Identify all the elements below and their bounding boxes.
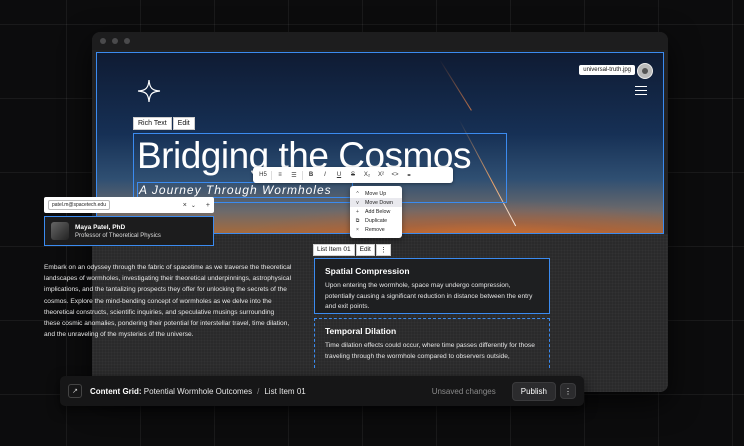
- breadcrumb-section[interactable]: Potential Wormhole Outcomes: [144, 387, 252, 396]
- card-title: Spatial Compression: [325, 266, 410, 276]
- copy-icon: ⧉: [355, 217, 360, 224]
- author-name: Maya Patel, PhD: [75, 223, 126, 231]
- bold-button[interactable]: B: [305, 172, 317, 178]
- add-below-item[interactable]: + Add Below: [350, 207, 402, 216]
- card-text: Time dilation effects could occur, where…: [325, 342, 535, 360]
- menu-item-label: Duplicate: [365, 217, 388, 224]
- menu-item-label: Move Down: [365, 199, 393, 206]
- breadcrumb-section-label: Content Grid:: [90, 386, 142, 396]
- chevron-up-icon: ^: [356, 190, 359, 197]
- underline-button[interactable]: U: [333, 172, 345, 178]
- author-email-chip[interactable]: patel.m@spacetech.edu: [48, 200, 110, 210]
- divider: [302, 170, 303, 180]
- chevron-down-icon[interactable]: ⌄: [191, 202, 196, 209]
- move-down-item[interactable]: v Move Down: [350, 198, 402, 207]
- block-context-menu: ^ Move Up v Move Down + Add Below ⧉ Dupl…: [350, 186, 402, 238]
- list-item-card[interactable]: Spatial Compression Upon entering the wo…: [314, 258, 550, 314]
- breadcrumb: Content Grid: Potential Wormhole Outcome…: [90, 387, 252, 396]
- add-author-button[interactable]: +: [206, 202, 210, 209]
- card-text: Upon entering the wormhole, space may un…: [325, 282, 533, 310]
- remove-item[interactable]: × Remove: [350, 225, 402, 234]
- chevron-down-icon: v: [356, 199, 359, 206]
- rich-text-tag: Rich Text: [133, 117, 172, 130]
- move-up-item[interactable]: ^ Move Up: [350, 189, 402, 198]
- breadcrumb-current[interactable]: List Item 01: [264, 387, 305, 396]
- author-card[interactable]: Maya Patel, PhD Professor of Theoretical…: [44, 216, 214, 246]
- duplicate-item[interactable]: ⧉ Duplicate: [350, 216, 402, 225]
- code-button[interactable]: <>: [389, 172, 401, 178]
- unsaved-status: Unsaved changes: [431, 386, 496, 396]
- list-item-edit-button[interactable]: Edit: [355, 244, 375, 256]
- menu-item-label: Add Below: [365, 208, 391, 215]
- list-item-tag-row: List Item 01 Edit ⋮: [313, 244, 391, 256]
- window-titlebar: [92, 32, 668, 50]
- strikethrough-button[interactable]: S: [347, 172, 359, 178]
- sparkle-logo-icon[interactable]: [137, 79, 161, 103]
- page-subtitle[interactable]: A Journey Through Wormholes: [139, 183, 332, 197]
- menu-item-label: Move Up: [365, 190, 387, 197]
- list-item-tag: List Item 01: [313, 244, 355, 256]
- more-options-icon[interactable]: ⋮: [375, 244, 391, 256]
- breadcrumb-separator: /: [257, 386, 260, 396]
- editor-status-bar: ↗ Content Grid: Potential Wormhole Outco…: [60, 376, 584, 406]
- image-replace-icon[interactable]: [637, 63, 653, 79]
- menu-item-label: Remove: [365, 226, 385, 233]
- external-link-icon[interactable]: ↗: [68, 384, 82, 398]
- clear-icon[interactable]: ×: [183, 202, 187, 209]
- link-icon[interactable]: ⚭: [403, 172, 415, 179]
- more-options-button[interactable]: ⋮: [560, 383, 576, 399]
- italic-button[interactable]: I: [319, 172, 331, 178]
- subscript-button[interactable]: X₂: [361, 172, 373, 178]
- window-dot[interactable]: [124, 38, 130, 44]
- author-info: Maya Patel, PhD Professor of Theoretical…: [75, 224, 161, 239]
- plus-icon: +: [356, 208, 359, 215]
- superscript-button[interactable]: X²: [375, 172, 387, 178]
- publish-button[interactable]: Publish: [511, 381, 556, 401]
- rich-text-tag-row: Rich Text Edit: [133, 117, 195, 130]
- edit-button[interactable]: Edit: [172, 117, 195, 130]
- hamburger-menu-icon[interactable]: [635, 86, 647, 95]
- body-paragraph[interactable]: Embark on an odyssey through the fabric …: [44, 262, 292, 340]
- heading-select[interactable]: H5: [257, 172, 269, 178]
- format-toolbar: H5 ≡ ☰ B I U S X₂ X² <> ⚭: [253, 167, 453, 183]
- author-select[interactable]: patel.m@spacetech.edu × ⌄ +: [44, 197, 214, 213]
- align-icon[interactable]: ≡: [274, 172, 286, 178]
- close-icon: ×: [356, 226, 359, 233]
- meteor-streak: [439, 59, 472, 111]
- divider: [271, 170, 272, 180]
- list-icon[interactable]: ☰: [288, 172, 300, 179]
- list-item-card[interactable]: Temporal Dilation Time dilation effects …: [314, 318, 550, 368]
- author-role: Professor of Theoretical Physics: [75, 232, 161, 239]
- author-avatar: [51, 222, 69, 240]
- card-title: Temporal Dilation: [325, 326, 397, 336]
- window-dot[interactable]: [100, 38, 106, 44]
- image-filename-chip[interactable]: universal-truth.jpg: [579, 65, 635, 75]
- window-dot[interactable]: [112, 38, 118, 44]
